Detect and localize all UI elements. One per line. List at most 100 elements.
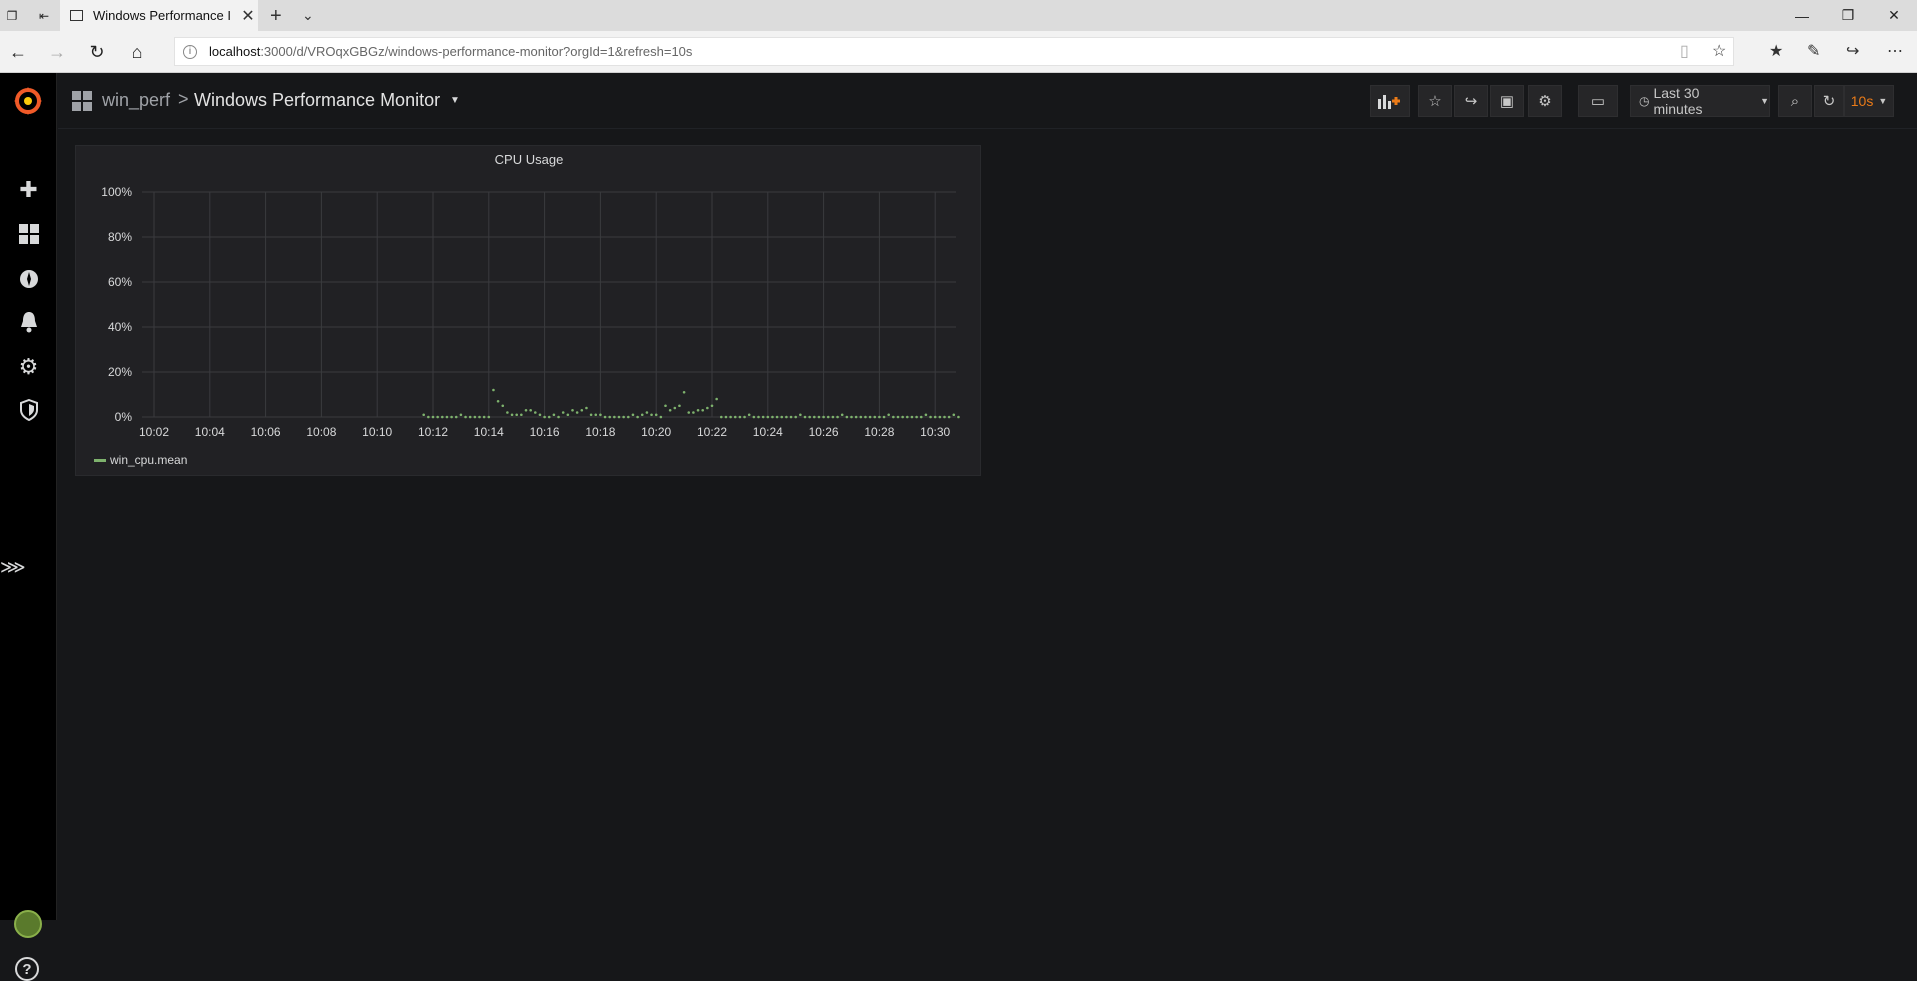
x-tick-label: 10:26 [809,425,839,439]
data-point [441,415,444,419]
data-point [906,415,909,419]
reading-view-icon[interactable]: ▯ [1680,41,1689,61]
data-point [664,404,667,408]
dashboard-title[interactable]: Windows Performance Monitor [194,90,440,111]
data-point [887,413,890,417]
data-point [571,408,574,412]
server-admin-shield-icon[interactable] [0,390,57,430]
y-tick-label: 20% [108,365,132,379]
data-point [910,415,914,419]
breadcrumb-folder[interactable]: win_perf [102,90,170,111]
browser-tab[interactable]: Windows Performance I ✕ [60,0,258,31]
data-point [706,406,709,410]
cpu-usage-chart[interactable]: 100% 80% 60% 40% 20% 0% 10:02 10:04 10:06 10:08 10… [76,146,982,446]
data-point [710,404,714,408]
refresh-interval-label: 10s [1850,93,1874,109]
dashboard-grid-icon[interactable] [72,91,92,111]
data-point [878,415,881,419]
back-icon[interactable]: ← [5,39,31,65]
data-point [538,413,542,417]
refresh-button[interactable]: ↻ [1814,85,1844,117]
refresh-icon: ↻ [1822,93,1836,110]
url-input[interactable]: i localhost:3000/d/VROqxGBGz/windows-per… [174,37,1734,66]
data-point [692,411,695,414]
add-panel-icon [1378,95,1400,109]
alerting-bell-icon[interactable] [0,302,57,342]
add-panel-button[interactable] [1370,85,1410,117]
pen-icon[interactable]: ✎ [1807,41,1820,61]
data-point [929,415,932,419]
minimize-icon[interactable]: — [1779,0,1825,31]
expand-sidebar-icon[interactable]: ⋙ [0,557,26,578]
data-point [534,411,537,414]
tab-actions-icon[interactable]: ❐ [0,0,24,31]
time-range-picker[interactable]: ◷ Last 30 minutes ▼ [1630,85,1770,117]
data-point [715,397,718,401]
configuration-gear-icon[interactable]: ⚙ [0,347,57,387]
data-point [617,415,621,419]
cycle-view-mode-button[interactable]: ▭ [1578,85,1618,117]
data-point [724,415,728,419]
dashboard-settings-button[interactable]: ⚙ [1528,85,1562,117]
info-icon[interactable]: i [183,44,197,59]
close-tab-icon[interactable]: ✕ [238,6,258,26]
data-point [938,415,942,419]
data-point [761,415,765,419]
restore-icon[interactable]: ❐ [1825,0,1871,31]
caret-down-icon[interactable]: ▼ [450,95,460,106]
data-point [659,415,663,419]
new-tab-icon[interactable]: + [270,5,282,28]
favorites-hub-icon[interactable]: ★ [1769,41,1783,61]
explore-compass-icon[interactable] [0,259,57,299]
forward-icon[interactable]: → [44,39,70,65]
zoom-out-button[interactable]: ⌕ [1778,85,1812,117]
data-point [682,390,686,394]
set-tabs-aside-icon[interactable]: ⇤ [32,0,56,31]
data-point [840,413,844,417]
data-point [850,415,853,419]
data-point [794,415,797,419]
grafana-logo-icon[interactable] [12,85,44,117]
data-point [687,411,691,414]
data-point [640,413,644,417]
window-close-icon[interactable]: ✕ [1871,0,1917,31]
data-point [892,415,895,419]
favorite-star-icon[interactable]: ☆ [1712,41,1726,61]
save-icon: ▣ [1499,93,1515,110]
x-tick-label: 10:08 [306,425,336,439]
dashboards-icon[interactable] [0,214,57,254]
y-tick-label: 80% [108,230,132,244]
save-dashboard-button[interactable]: ▣ [1490,85,1524,117]
home-icon[interactable]: ⌂ [124,39,150,65]
y-tick-label: 100% [101,185,132,199]
data-point [747,413,751,417]
data-point [813,415,816,419]
chevron-down-icon[interactable]: ⌄ [302,7,314,24]
data-point [701,408,704,412]
data-point [766,415,770,419]
data-point [427,415,430,419]
data-point [803,415,807,419]
share-dashboard-button[interactable]: ↪ [1454,85,1488,117]
data-point [496,399,500,403]
data-point [445,415,449,419]
create-plus-icon[interactable]: ✚ [0,170,57,210]
share-icon[interactable]: ↪ [1846,41,1859,61]
help-icon[interactable]: ? [15,957,39,981]
time-range-label: Last 30 minutes [1653,85,1703,117]
cpu-usage-panel[interactable]: CPU Usage 100% 80% 60% 40% 20% 0% 10:02 10:04 10… [75,145,981,476]
legend-series-name[interactable]: win_cpu.mean [110,453,187,467]
star-dashboard-button[interactable]: ☆ [1418,85,1452,117]
data-point [636,415,639,419]
data-point [854,415,858,419]
compass-glyph [19,270,38,288]
more-icon[interactable]: ⋯ [1887,41,1903,61]
x-tick-label: 10:10 [362,425,392,439]
data-point [515,413,518,417]
x-tick-label: 10:28 [864,425,894,439]
user-avatar[interactable] [14,910,42,938]
x-tick-label: 10:16 [530,425,560,439]
refresh-interval-picker[interactable]: 10s ▼ [1844,85,1894,117]
data-point [933,415,937,419]
reload-icon[interactable]: ↻ [84,39,110,65]
